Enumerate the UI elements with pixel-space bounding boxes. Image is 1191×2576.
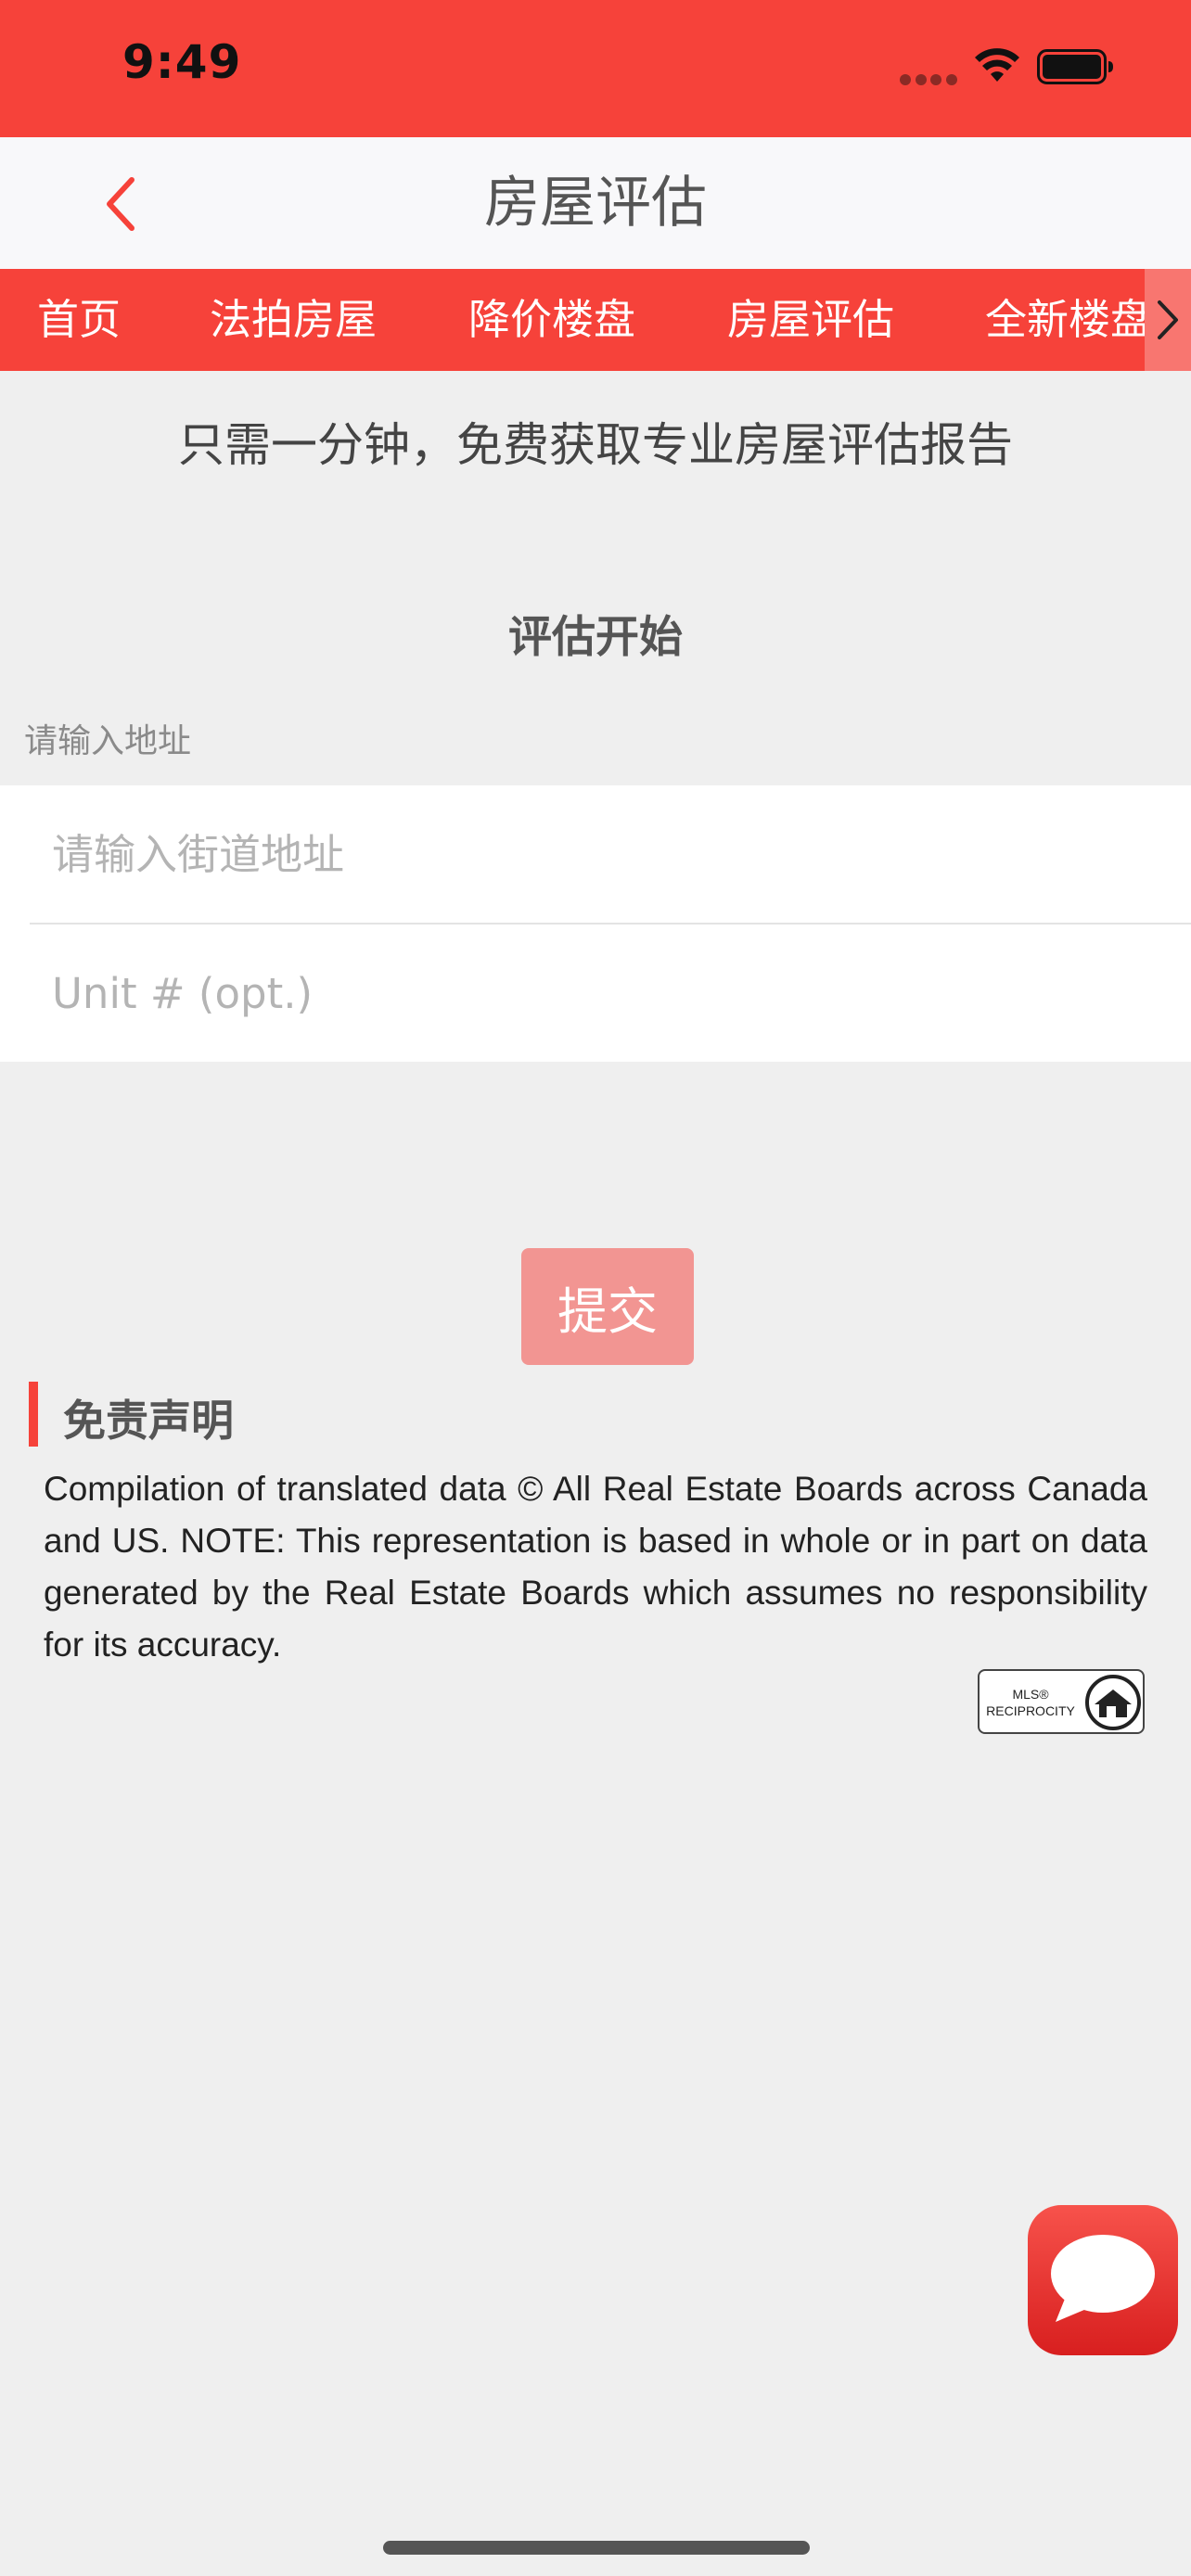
- cellular-signal-icon: [900, 74, 957, 85]
- status-bar: 9:49: [0, 0, 1191, 137]
- back-chevron-icon[interactable]: [91, 171, 150, 237]
- disclaimer-accent-bar: [29, 1382, 38, 1447]
- mls-logo-line1: MLS®: [1012, 1687, 1049, 1702]
- street-address-input[interactable]: [30, 785, 1191, 923]
- house-emblem-icon: [1085, 1675, 1141, 1730]
- disclaimer-text: Compilation of translated data © All Rea…: [44, 1470, 1147, 1664]
- tabs-more-button[interactable]: [1145, 269, 1191, 371]
- section-title: 评估开始: [508, 612, 683, 663]
- disclaimer-title: 免责声明: [63, 1396, 234, 1446]
- battery-icon: [1037, 49, 1113, 84]
- unit-number-input[interactable]: [30, 925, 1191, 1062]
- tab-home[interactable]: 首页: [37, 269, 121, 371]
- tab-valuation[interactable]: 房屋评估: [727, 269, 894, 371]
- submit-button[interactable]: 提交: [521, 1248, 694, 1365]
- mls-logo-line2: RECIPROCITY: [986, 1703, 1075, 1718]
- address-form: [0, 785, 1191, 1062]
- tab-new-homes[interactable]: 全新楼盘: [985, 269, 1152, 371]
- chevron-right-icon: [1158, 300, 1178, 339]
- page-title: 房屋评估: [484, 171, 707, 236]
- home-indicator: [383, 2541, 810, 2555]
- category-tab-strip: 首页 法拍房屋 降价楼盘 房屋评估 全新楼盘: [0, 269, 1191, 371]
- status-time: 9:49: [122, 35, 242, 89]
- chat-fab-button[interactable]: [1026, 2203, 1180, 2357]
- mls-reciprocity-logo: MLS® RECIPROCITY: [978, 1669, 1145, 1734]
- tab-foreclosure[interactable]: 法拍房屋: [210, 269, 377, 371]
- address-label: 请输入地址: [24, 722, 192, 760]
- navigation-bar: 房屋评估: [0, 137, 1191, 269]
- tab-price-drop[interactable]: 降价楼盘: [468, 269, 635, 371]
- wifi-icon: [975, 48, 1019, 82]
- page-subtitle: 只需一分钟，免费获取专业房屋评估报告: [178, 418, 1013, 472]
